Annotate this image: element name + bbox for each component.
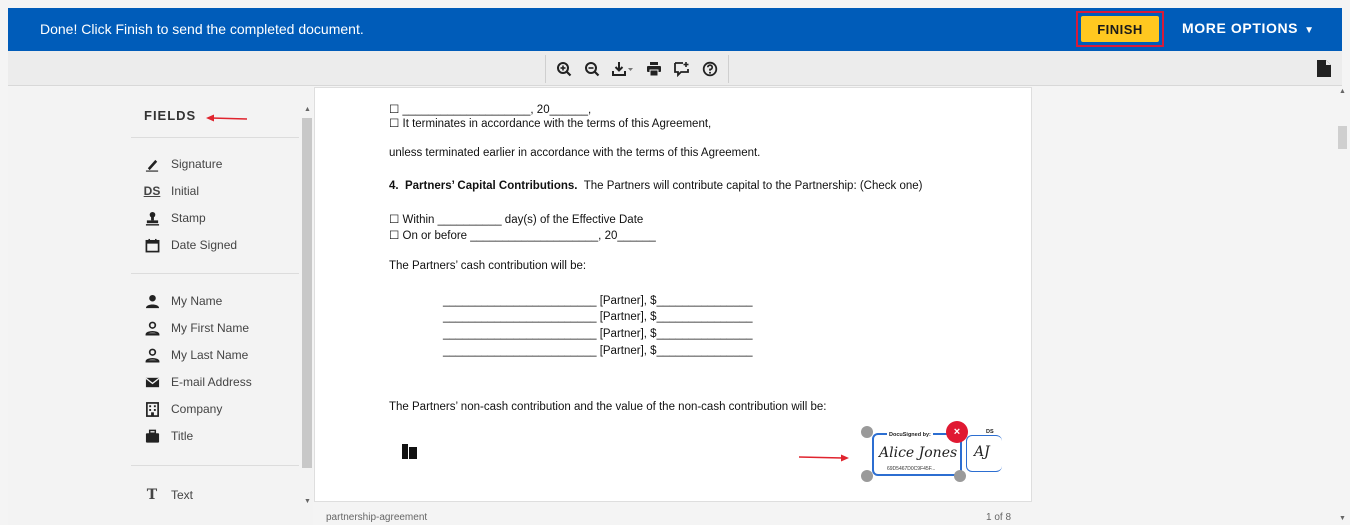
field-label: My First Name (171, 321, 249, 335)
field-label: My Name (171, 294, 223, 308)
field-label: Date Signed (171, 238, 238, 252)
field-signature[interactable]: Signature (143, 153, 222, 175)
doc-line: ☐ ____________________, 20______, (389, 104, 592, 116)
delete-field-button[interactable]: × (946, 421, 968, 443)
field-title[interactable]: Title (143, 425, 193, 447)
field-my-last-name[interactable]: My Last Name (143, 344, 248, 366)
field-my-name[interactable]: My Name (143, 290, 222, 312)
scroll-down-icon[interactable]: ▼ (1339, 515, 1346, 522)
document-scrollbar[interactable] (1336, 87, 1348, 525)
field-label: Stamp (171, 211, 206, 225)
stamp-icon (143, 210, 161, 226)
envelope-icon (143, 374, 161, 390)
zoom-out-icon[interactable] (578, 56, 606, 82)
partner-line: ________________________ [Partner], $___… (443, 295, 753, 307)
document-page: ☐ ____________________, 20______, ☐ It t… (314, 87, 1032, 502)
signature-name: Alice Jones (879, 445, 958, 461)
annotation-arrow-icon (799, 454, 849, 462)
doc-line: ☐ On or before ____________________, 20_… (389, 230, 656, 242)
download-icon[interactable] (606, 56, 640, 82)
doc-line: ☐ Within __________ day(s) of the Effect… (389, 214, 644, 226)
field-label: Title (171, 429, 194, 443)
scroll-up-icon[interactable]: ▲ (304, 106, 311, 113)
person-outline-icon (143, 347, 161, 363)
document-footer: partnership-agreement 1 of 8 (314, 510, 1032, 525)
field-label: My Last Name (171, 348, 249, 362)
doc-line: unless terminated earlier in accordance … (389, 147, 761, 159)
text-t-icon: T (146, 487, 158, 503)
field-date-signed[interactable]: Date Signed (143, 234, 237, 256)
calendar-icon (143, 237, 161, 253)
resize-handle[interactable] (861, 426, 873, 438)
field-label: Signature (171, 157, 223, 171)
fields-scrollbar-thumb[interactable] (302, 118, 312, 468)
field-label: Initial (171, 184, 200, 198)
more-options-label: MORE OPTIONS (1182, 20, 1299, 36)
divider (131, 465, 299, 466)
file-name: partnership-agreement (326, 512, 428, 523)
more-options-button[interactable]: MORE OPTIONS ▼ (1182, 20, 1315, 36)
page-number: 1 of 8 (986, 512, 1012, 523)
finish-button[interactable]: FINISH (1081, 16, 1159, 42)
resize-handle[interactable] (861, 470, 873, 482)
section-heading-rest: The Partners will contribute capital to … (577, 180, 923, 192)
field-my-first-name[interactable]: My First Name (143, 317, 249, 339)
partner-line: ________________________ [Partner], $___… (443, 345, 753, 357)
finish-highlight-box: FINISH (1076, 11, 1164, 47)
field-label: E-mail Address (171, 375, 252, 389)
field-stamp[interactable]: Stamp (143, 207, 206, 229)
scroll-up-icon[interactable]: ▲ (1339, 88, 1346, 95)
signature-hash: 69D5467D0C9F45F... (886, 466, 937, 472)
comment-icon[interactable] (668, 56, 696, 82)
fields-panel: FIELDS Signature DS Initial Stamp Date S… (8, 87, 313, 525)
caret-down-icon: ▼ (1304, 25, 1315, 36)
field-email-address[interactable]: E-mail Address (143, 371, 252, 393)
banner-message: Done! Click Finish to send the completed… (40, 21, 364, 37)
field-initial[interactable]: DS Initial (143, 180, 199, 202)
divider (131, 273, 299, 274)
partner-line: ________________________ [Partner], $___… (443, 328, 753, 340)
initial-label: DS (986, 429, 994, 435)
initial-ds-icon: DS (143, 184, 161, 198)
print-icon[interactable] (640, 56, 668, 82)
partner-line: ________________________ [Partner], $___… (443, 311, 753, 323)
field-company[interactable]: Company (143, 398, 222, 420)
section-heading: 4. Partners’ Capital Contributions. The … (389, 180, 922, 192)
top-banner: Done! Click Finish to send the completed… (8, 8, 1342, 51)
resize-handle[interactable] (954, 470, 966, 482)
person-outline-icon (143, 320, 161, 336)
field-text[interactable]: T Text (143, 484, 193, 506)
building-icon (143, 401, 161, 417)
field-label: Company (171, 402, 223, 416)
document-toolbar (8, 51, 1342, 86)
doc-line: ☐ It terminates in accordance with the t… (389, 118, 712, 130)
zoom-in-icon[interactable] (550, 56, 578, 82)
divider (131, 137, 299, 138)
briefcase-icon (143, 428, 161, 444)
section-heading-bold: 4. Partners’ Capital Contributions. (389, 180, 578, 192)
doc-line: The Partners’ non-cash contribution and … (389, 401, 827, 413)
doc-line: The Partners’ cash contribution will be: (389, 260, 587, 272)
annotation-arrow-icon (206, 114, 248, 122)
pen-icon (143, 156, 161, 172)
book-icon (402, 444, 417, 459)
fields-title: FIELDS (144, 108, 197, 123)
document-icon[interactable] (1317, 60, 1331, 77)
initial-text: AJ (974, 444, 990, 460)
scroll-down-icon[interactable]: ▼ (304, 498, 311, 505)
document-scrollbar-thumb[interactable] (1338, 126, 1347, 149)
signature-label: DocuSigned by: (887, 432, 933, 438)
help-icon[interactable] (696, 56, 724, 82)
toolbar-button-group (545, 55, 729, 83)
person-icon (143, 293, 161, 309)
field-label: Text (171, 488, 194, 502)
